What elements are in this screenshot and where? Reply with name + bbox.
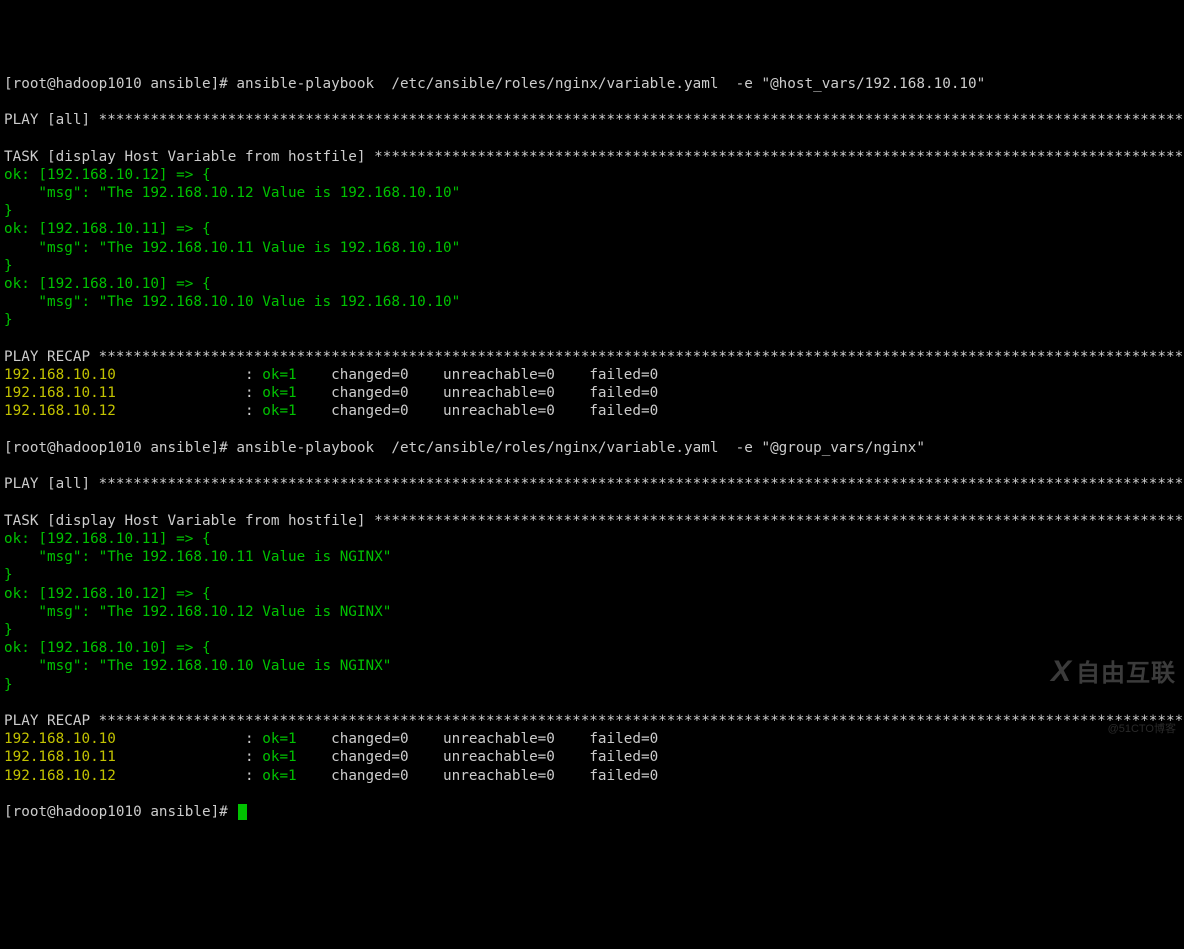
recap-ok: ok=1 [262, 367, 296, 383]
task-brace-close: } [4, 622, 13, 638]
recap-host: 192.168.10.11 [4, 749, 245, 765]
task-msg-line: "msg": "The 192.168.10.11 Value is 192.1… [4, 240, 460, 256]
recap-colon: : [245, 385, 262, 401]
recap-header: PLAY RECAP *****************************… [4, 713, 1184, 729]
recap-colon: : [245, 367, 262, 383]
recap-host: 192.168.10.12 [4, 403, 245, 419]
shell-command: ansible-playbook /etc/ansible/roles/ngin… [236, 440, 925, 456]
recap-host: 192.168.10.10 [4, 731, 245, 747]
task-brace-close: } [4, 258, 13, 274]
task-msg-line: "msg": "The 192.168.10.12 Value is 192.1… [4, 185, 460, 201]
recap-ok: ok=1 [262, 749, 296, 765]
recap-host: 192.168.10.11 [4, 385, 245, 401]
recap-colon: : [245, 403, 262, 419]
recap-rest: changed=0 unreachable=0 failed=0 [297, 385, 659, 401]
recap-colon: : [245, 749, 262, 765]
task-header: TASK [display Host Variable from hostfil… [4, 513, 1184, 529]
task-ok-line: ok: [192.168.10.10] => { [4, 640, 211, 656]
task-ok-line: ok: [192.168.10.10] => { [4, 276, 211, 292]
recap-ok: ok=1 [262, 768, 296, 784]
shell-prompt: [root@hadoop1010 ansible]# [4, 440, 236, 456]
task-brace-close: } [4, 312, 13, 328]
recap-host: 192.168.10.12 [4, 768, 245, 784]
recap-ok: ok=1 [262, 385, 296, 401]
task-brace-close: } [4, 677, 13, 693]
play-header: PLAY [all] *****************************… [4, 112, 1184, 128]
task-ok-line: ok: [192.168.10.11] => { [4, 221, 211, 237]
task-ok-line: ok: [192.168.10.11] => { [4, 531, 211, 547]
terminal-output[interactable]: [root@hadoop1010 ansible]# ansible-playb… [4, 75, 1180, 821]
shell-prompt: [root@hadoop1010 ansible]# [4, 804, 236, 820]
task-ok-line: ok: [192.168.10.12] => { [4, 586, 211, 602]
task-ok-line: ok: [192.168.10.12] => { [4, 167, 211, 183]
recap-ok: ok=1 [262, 731, 296, 747]
shell-command: ansible-playbook /etc/ansible/roles/ngin… [236, 76, 985, 92]
recap-ok: ok=1 [262, 403, 296, 419]
task-msg-line: "msg": "The 192.168.10.12 Value is NGINX… [4, 604, 391, 620]
cursor-icon [238, 804, 247, 820]
recap-header: PLAY RECAP *****************************… [4, 349, 1184, 365]
play-header: PLAY [all] *****************************… [4, 476, 1184, 492]
recap-rest: changed=0 unreachable=0 failed=0 [297, 749, 659, 765]
task-brace-close: } [4, 203, 13, 219]
recap-rest: changed=0 unreachable=0 failed=0 [297, 731, 659, 747]
shell-prompt: [root@hadoop1010 ansible]# [4, 76, 236, 92]
recap-colon: : [245, 768, 262, 784]
recap-rest: changed=0 unreachable=0 failed=0 [297, 768, 659, 784]
recap-rest: changed=0 unreachable=0 failed=0 [297, 403, 659, 419]
recap-colon: : [245, 731, 262, 747]
task-brace-close: } [4, 567, 13, 583]
task-msg-line: "msg": "The 192.168.10.10 Value is NGINX… [4, 658, 391, 674]
task-header: TASK [display Host Variable from hostfil… [4, 149, 1184, 165]
task-msg-line: "msg": "The 192.168.10.10 Value is 192.1… [4, 294, 460, 310]
task-msg-line: "msg": "The 192.168.10.11 Value is NGINX… [4, 549, 391, 565]
recap-host: 192.168.10.10 [4, 367, 245, 383]
recap-rest: changed=0 unreachable=0 failed=0 [297, 367, 659, 383]
